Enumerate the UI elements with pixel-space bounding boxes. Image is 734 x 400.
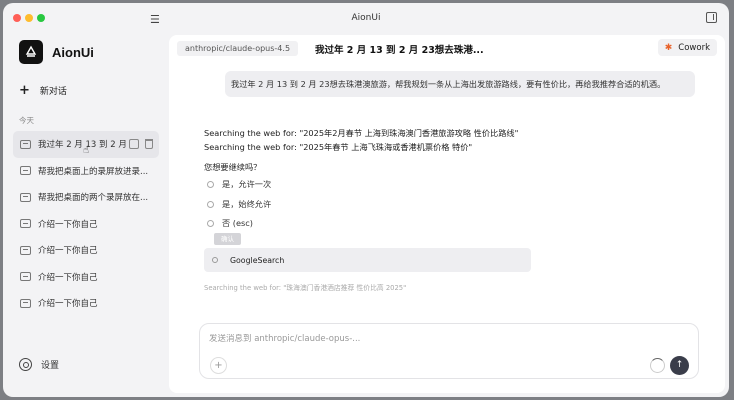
- panel-toggle-icon[interactable]: [706, 12, 717, 23]
- history-item[interactable]: 帮我把桌面的两个录屏放在...: [13, 184, 159, 211]
- history-item-label: 帮我把桌面上的录屏放进录...: [38, 166, 148, 177]
- option-deny[interactable]: 否 (esc): [207, 217, 253, 229]
- user-message: 我过年 2 月 13 到 2 月 23想去珠港澳旅游，帮我规划一条从上海出发旅游…: [225, 71, 695, 97]
- history-item[interactable]: 介绍一下你自己: [13, 290, 159, 317]
- chat-icon: [20, 298, 31, 308]
- chat-icon: [20, 139, 31, 149]
- option-label: 否 (esc): [222, 218, 253, 228]
- app-window: ☰ AionUi AionUi + 新对话 今天 我过年 2 月 13 到 2 …: [3, 3, 729, 397]
- section-today: 今天: [19, 116, 34, 125]
- radio-icon: [207, 200, 214, 208]
- gear-icon: [19, 358, 32, 371]
- option-always-allow[interactable]: 是，始终允许: [207, 198, 271, 210]
- settings-label: 设置: [41, 361, 60, 371]
- permission-question: 您想要继续吗？: [204, 162, 262, 172]
- window-title: AionUi: [351, 13, 381, 23]
- chat-icon: [20, 192, 31, 202]
- cowork-label: Cowork: [678, 42, 710, 53]
- option-allow-once[interactable]: 是，允许一次: [207, 178, 271, 190]
- cursor-hand-icon: ☝: [83, 145, 90, 156]
- chat-icon: [20, 219, 31, 229]
- history-item-label: 介绍一下你自己: [38, 272, 98, 283]
- attach-plus-icon[interactable]: +: [210, 357, 227, 374]
- history-item[interactable]: 帮我把桌面上的录屏放进录...: [13, 158, 159, 185]
- history-item[interactable]: 我过年 2 月 13 到 2 月 ☝: [13, 131, 159, 158]
- history-item[interactable]: 介绍一下你自己: [13, 264, 159, 291]
- message-composer: + ↑: [199, 323, 699, 379]
- history-item-label: 介绍一下你自己: [38, 219, 98, 230]
- app-name: AionUi: [52, 45, 94, 60]
- app-logo-icon: [19, 40, 43, 64]
- status-dot-icon: [212, 257, 218, 263]
- edit-icon[interactable]: [129, 139, 139, 149]
- loading-spinner-icon: [650, 358, 665, 373]
- message-input[interactable]: [209, 334, 629, 344]
- model-tab[interactable]: anthropic/claude-opus-4.5: [177, 41, 299, 56]
- history-item[interactable]: 介绍一下你自己: [13, 237, 159, 264]
- history-item-label: 介绍一下你自己: [38, 246, 98, 257]
- history-item-label: 帮我把桌面的两个录屏放在...: [38, 193, 148, 204]
- send-button[interactable]: ↑: [670, 356, 689, 375]
- new-chat-button[interactable]: + 新对话: [19, 84, 67, 97]
- chat-panel: anthropic/claude-opus-4.5 我过年 2 月 13 到 2…: [169, 35, 725, 393]
- tool-name: GoogleSearch: [230, 255, 285, 265]
- chat-icon: [20, 245, 31, 255]
- radio-icon: [207, 219, 214, 227]
- option-label: 是，允许一次: [222, 179, 272, 189]
- history-item-actions: [129, 139, 153, 149]
- trash-icon[interactable]: [145, 139, 153, 149]
- search-status-line: Searching the web for: "2025年春节 上海飞珠海或香港…: [204, 142, 473, 152]
- pending-search-line: Searching the web for: "珠海澳门香港酒店推荐 性价比高 …: [204, 284, 407, 292]
- option-label: 是，始终允许: [222, 199, 272, 209]
- chat-icon: [20, 166, 31, 176]
- tool-call-card[interactable]: GoogleSearch: [204, 248, 531, 272]
- cowork-button[interactable]: ✱ Cowork: [657, 39, 717, 56]
- radio-icon: [207, 180, 214, 188]
- chat-icon: [20, 272, 31, 282]
- history-list: 我过年 2 月 13 到 2 月 ☝ 帮我把桌面上的录屏放进录... 帮我把桌面…: [13, 131, 159, 317]
- plus-icon: +: [19, 83, 30, 98]
- history-item[interactable]: 介绍一下你自己: [13, 211, 159, 238]
- new-chat-label: 新对话: [39, 87, 67, 97]
- settings-button[interactable]: 设置: [19, 358, 59, 371]
- conversation-title: 我过年 2 月 13 到 2 月 23想去珠港...: [315, 45, 484, 56]
- title-bar: ☰ AionUi: [3, 3, 729, 35]
- history-item-label: 介绍一下你自己: [38, 299, 98, 310]
- sidebar: AionUi + 新对话 今天 我过年 2 月 13 到 2 月 ☝ 帮我把桌面…: [3, 35, 165, 397]
- sparkle-icon: ✱: [664, 42, 673, 53]
- search-status-line: Searching the web for: "2025年2月春节 上海到珠海澳…: [204, 128, 519, 138]
- confirm-button[interactable]: 确认: [214, 233, 241, 245]
